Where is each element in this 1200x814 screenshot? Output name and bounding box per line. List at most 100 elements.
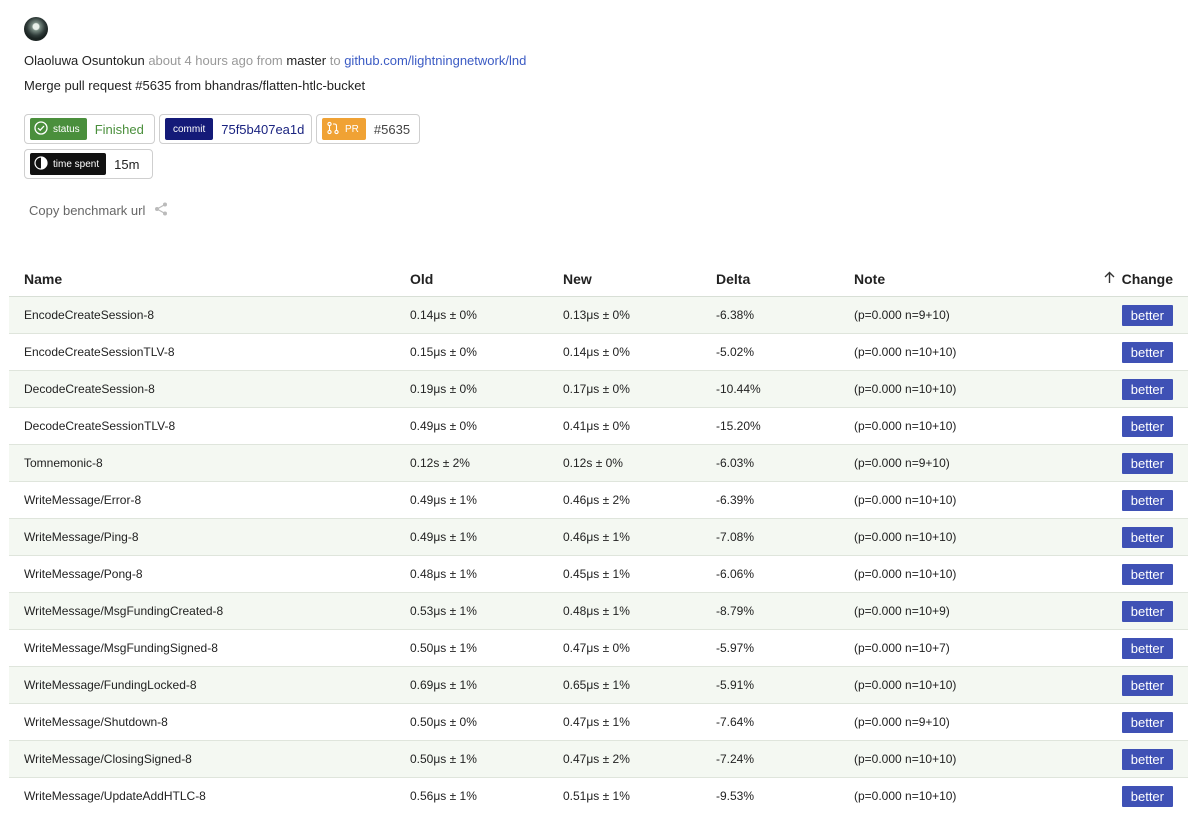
status-tag: status [30,118,87,140]
cell-name: WriteMessage/MsgFundingCreated-8 [9,593,410,630]
cell-note: (p=0.000 n=10+10) [854,667,1054,704]
cell-name: Tomnemonic-8 [9,445,410,482]
cell-note: (p=0.000 n=10+10) [854,556,1054,593]
cell-delta: -6.03% [716,445,854,482]
branch-name[interactable]: master [286,53,326,68]
better-badge[interactable]: better [1122,416,1173,437]
better-badge[interactable]: better [1122,490,1173,511]
better-badge[interactable]: better [1122,675,1173,696]
cell-new: 0.45μs ± 1% [563,556,716,593]
cell-delta: -6.06% [716,556,854,593]
cell-note: (p=0.000 n=9+10) [854,704,1054,741]
cell-delta: -7.24% [716,741,854,778]
table-row: WriteMessage/Ping-8 0.49μs ± 1% 0.46μs ±… [9,519,1188,556]
cell-old: 0.56μs ± 1% [410,778,563,814]
cell-change: better [1054,556,1188,593]
cell-old: 0.15μs ± 0% [410,334,563,371]
better-badge[interactable]: better [1122,379,1173,400]
commit-tag: commit [165,118,213,140]
to-word: to [330,53,341,68]
status-label: status [53,124,80,135]
commit-message: Merge pull request #5635 from bhandras/f… [24,78,365,93]
author-avatar[interactable] [24,17,48,41]
pr-number[interactable]: #5635 [374,122,410,137]
pr-tag: PR [322,118,366,140]
cell-delta: -9.53% [716,778,854,814]
cell-new: 0.47μs ± 1% [563,704,716,741]
better-badge[interactable]: better [1122,527,1173,548]
cell-name: EncodeCreateSession-8 [9,297,410,334]
cell-new: 0.46μs ± 1% [563,519,716,556]
cell-change: better [1054,408,1188,445]
better-badge[interactable]: better [1122,601,1173,622]
cell-delta: -5.02% [716,334,854,371]
cell-delta: -15.20% [716,408,854,445]
pr-chip[interactable]: PR #5635 [316,114,420,144]
cell-new: 0.13μs ± 0% [563,297,716,334]
cell-name: WriteMessage/FundingLocked-8 [9,667,410,704]
better-badge[interactable]: better [1122,786,1173,807]
better-badge[interactable]: better [1122,749,1173,770]
copy-benchmark-url-button[interactable]: Copy benchmark url [29,201,169,220]
benchmark-table: Name Old New Delta Note Change EncodeCre… [9,261,1188,814]
better-badge[interactable]: better [1122,453,1173,474]
cell-note: (p=0.000 n=10+10) [854,408,1054,445]
col-change-label: Change [1122,271,1173,287]
commit-chip[interactable]: commit 75f5b407ea1d [159,114,312,144]
cell-delta: -6.38% [716,297,854,334]
cell-old: 0.49μs ± 0% [410,408,563,445]
better-badge[interactable]: better [1122,712,1173,733]
cell-old: 0.48μs ± 1% [410,556,563,593]
cell-new: 0.47μs ± 2% [563,741,716,778]
cell-note: (p=0.000 n=10+10) [854,778,1054,814]
table-row: WriteMessage/Pong-8 0.48μs ± 1% 0.45μs ±… [9,556,1188,593]
better-badge[interactable]: better [1122,305,1173,326]
cell-old: 0.49μs ± 1% [410,482,563,519]
commit-hash[interactable]: 75f5b407ea1d [221,122,304,137]
cell-change: better [1054,445,1188,482]
table-row: WriteMessage/MsgFundingCreated-8 0.53μs … [9,593,1188,630]
cell-old: 0.50μs ± 1% [410,741,563,778]
col-old-header[interactable]: Old [410,261,563,297]
status-chip: status Finished [24,114,155,144]
col-delta-header[interactable]: Delta [716,261,854,297]
check-circle-icon [34,121,48,138]
col-note-header[interactable]: Note [854,261,1054,297]
better-badge[interactable]: better [1122,564,1173,585]
cell-new: 0.14μs ± 0% [563,334,716,371]
col-name-header[interactable]: Name [9,261,410,297]
cell-note: (p=0.000 n=9+10) [854,445,1054,482]
from-word: from [257,53,283,68]
col-change-header[interactable]: Change [1054,261,1188,297]
better-badge[interactable]: better [1122,638,1173,659]
col-new-header[interactable]: New [563,261,716,297]
cell-new: 0.12s ± 0% [563,445,716,482]
cell-change: better [1054,593,1188,630]
cell-name: WriteMessage/MsgFundingSigned-8 [9,630,410,667]
better-badge[interactable]: better [1122,342,1173,363]
author-name[interactable]: Olaoluwa Osuntokun [24,53,145,68]
table-row: WriteMessage/Shutdown-8 0.50μs ± 0% 0.47… [9,704,1188,741]
commit-label: commit [173,124,205,135]
cell-new: 0.41μs ± 0% [563,408,716,445]
cell-new: 0.47μs ± 0% [563,630,716,667]
pull-request-icon [326,121,340,138]
cell-new: 0.51μs ± 1% [563,778,716,814]
sort-arrow-up-icon[interactable] [1103,271,1116,287]
share-icon [153,201,169,220]
cell-note: (p=0.000 n=9+10) [854,297,1054,334]
cell-name: WriteMessage/ClosingSigned-8 [9,741,410,778]
cell-delta: -10.44% [716,371,854,408]
cell-delta: -8.79% [716,593,854,630]
cell-name: WriteMessage/Shutdown-8 [9,704,410,741]
cell-old: 0.50μs ± 1% [410,630,563,667]
cell-note: (p=0.000 n=10+10) [854,334,1054,371]
cell-change: better [1054,482,1188,519]
repo-link[interactable]: github.com/lightningnetwork/lnd [344,53,526,68]
cell-change: better [1054,704,1188,741]
cell-change: better [1054,630,1188,667]
cell-note: (p=0.000 n=10+10) [854,482,1054,519]
table-row: Tomnemonic-8 0.12s ± 2% 0.12s ± 0% -6.03… [9,445,1188,482]
cell-change: better [1054,741,1188,778]
table-row: DecodeCreateSession-8 0.19μs ± 0% 0.17μs… [9,371,1188,408]
